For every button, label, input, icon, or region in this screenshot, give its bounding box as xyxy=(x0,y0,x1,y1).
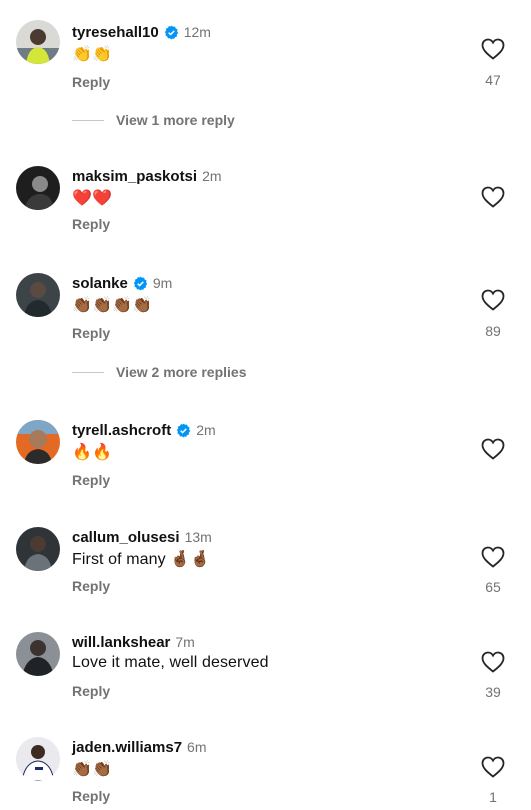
avatar[interactable] xyxy=(16,20,60,64)
comment-text: 👏🏾👏🏾 xyxy=(72,759,113,778)
divider-line xyxy=(72,371,104,373)
avatar[interactable] xyxy=(16,737,60,781)
comment-timestamp: 12m xyxy=(183,24,211,40)
comment-header: maksim_paskotsi 2m xyxy=(72,166,222,186)
comment-timestamp: 6m xyxy=(187,739,207,755)
comment-header: solanke 9m xyxy=(72,273,172,293)
username[interactable]: tyresehall10 xyxy=(72,24,159,41)
divider-line xyxy=(72,119,104,121)
comment-header: tyresehall10 12m xyxy=(72,22,211,42)
comment-text: 🔥🔥 xyxy=(72,442,113,461)
reply-button[interactable]: Reply xyxy=(72,325,110,341)
comment-text-value: ❤️❤️ xyxy=(72,188,113,207)
username[interactable]: maksim_paskotsi xyxy=(72,168,197,185)
reply-button[interactable]: Reply xyxy=(72,788,110,804)
heart-icon[interactable] xyxy=(481,546,505,568)
avatar[interactable] xyxy=(16,166,60,210)
heart-icon[interactable] xyxy=(481,186,505,208)
view-replies-label: View 1 more reply xyxy=(116,112,235,128)
comment-header: callum_olusesi 13m xyxy=(72,527,212,547)
comment-header: will.lankshear 7m xyxy=(72,632,195,652)
view-more-replies[interactable]: View 1 more reply xyxy=(72,110,235,130)
heart-icon[interactable] xyxy=(481,651,505,673)
heart-icon[interactable] xyxy=(481,38,505,60)
comment-text: 👏👏 xyxy=(72,44,113,63)
username[interactable]: solanke xyxy=(72,275,128,292)
comment-timestamp: 13m xyxy=(184,529,212,545)
heart-icon[interactable] xyxy=(481,289,505,311)
comment-timestamp: 7m xyxy=(175,634,195,650)
comment-header: tyrell.ashcroft 2m xyxy=(72,420,216,440)
reply-button[interactable]: Reply xyxy=(72,472,110,488)
username[interactable]: jaden.williams7 xyxy=(72,739,182,756)
username[interactable]: will.lankshear xyxy=(72,634,170,651)
avatar[interactable] xyxy=(16,527,60,571)
comment-text: 👏🏾👏🏾👏🏾👏🏾 xyxy=(72,295,153,314)
comment-timestamp: 2m xyxy=(196,422,216,438)
comment-timestamp: 2m xyxy=(202,168,222,184)
username[interactable]: tyrell.ashcroft xyxy=(72,422,171,439)
comment-timestamp: 9m xyxy=(152,275,173,291)
like-count: 65 xyxy=(485,579,501,595)
view-replies-label: View 2 more replies xyxy=(116,364,247,380)
verified-badge-icon xyxy=(164,25,179,40)
reply-button[interactable]: Reply xyxy=(72,683,110,699)
heart-icon[interactable] xyxy=(481,438,505,460)
reply-button[interactable]: Reply xyxy=(72,74,110,90)
like-count: 1 xyxy=(489,789,497,805)
avatar[interactable] xyxy=(16,420,60,464)
like-count: 47 xyxy=(485,72,501,88)
comment-text: ❤️❤️ xyxy=(72,188,112,207)
verified-badge-icon xyxy=(176,423,191,438)
reply-button[interactable]: Reply xyxy=(72,216,110,232)
comment-text: Love it mate, well deserved xyxy=(72,654,269,671)
username[interactable]: callum_olusesi xyxy=(72,529,180,546)
view-more-replies[interactable]: View 2 more replies xyxy=(72,362,246,382)
reply-button[interactable]: Reply xyxy=(72,578,110,594)
like-count: 89 xyxy=(485,323,501,339)
avatar[interactable] xyxy=(16,273,60,317)
comment-text: First of many 🤞🏾🤞🏾 xyxy=(72,551,211,568)
heart-icon[interactable] xyxy=(481,756,505,778)
verified-badge-icon xyxy=(133,276,148,291)
comment-header: jaden.williams7 6m xyxy=(72,737,207,757)
avatar[interactable] xyxy=(16,632,60,676)
like-count: 39 xyxy=(485,684,501,700)
